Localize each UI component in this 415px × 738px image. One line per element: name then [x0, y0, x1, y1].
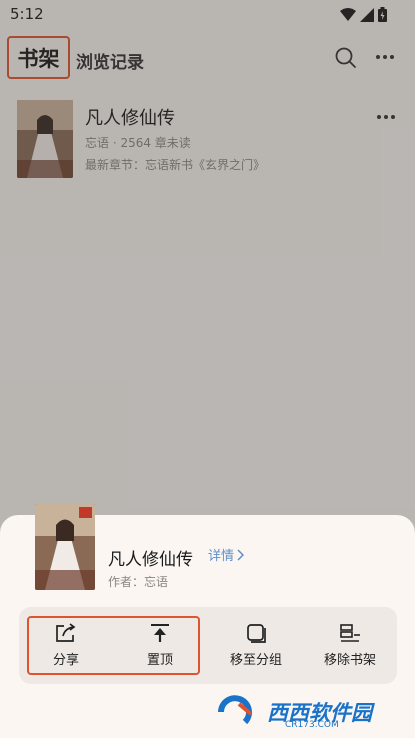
detail-link[interactable]: 详情	[208, 545, 245, 564]
move-group-button[interactable]: 移至分组	[209, 607, 303, 684]
move-group-label: 移至分组	[229, 653, 282, 668]
chevron-right-icon	[237, 548, 245, 561]
highlight-annotation	[27, 616, 200, 675]
watermark-sub: CR173.COM	[285, 720, 339, 730]
bookshelf-page: 5:12 书架 浏览记录 凡人修仙传 忘语 · 2564 章未读 最新章节：忘语…	[0, 0, 415, 738]
sheet-author: 作者：忘语	[108, 575, 169, 589]
remove-shelf-label: 移除书架	[323, 653, 376, 668]
watermark-logo: 西西软件园 CR173.COM	[215, 692, 399, 732]
watermark-emblem-icon	[218, 695, 253, 725]
move-group-icon	[247, 624, 266, 643]
remove-shelf-button[interactable]: 移除书架	[303, 607, 397, 684]
sheet-book-cover	[35, 504, 95, 590]
sheet-book-title: 凡人修仙传	[108, 550, 193, 570]
remove-shelf-icon	[340, 624, 360, 642]
detail-link-label: 详情	[208, 549, 235, 564]
